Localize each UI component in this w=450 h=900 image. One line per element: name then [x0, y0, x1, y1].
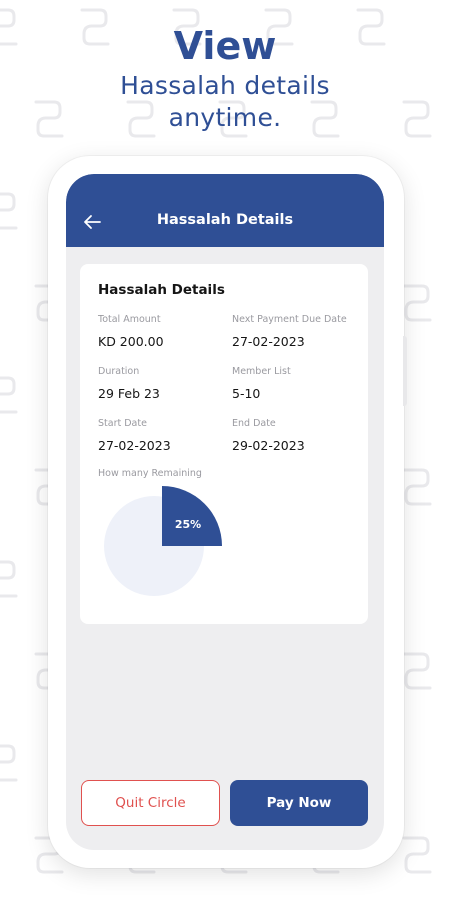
field-next-payment-due-date: Next Payment Due Date 27-02-2023 [232, 314, 347, 349]
field-value: 27-02-2023 [232, 334, 305, 349]
field-total-amount: Total Amount KD 200.00 [98, 314, 164, 349]
pie-slice-remaining [162, 486, 222, 546]
card-title: Hassalah Details [98, 282, 225, 298]
background-logo-mark [402, 284, 432, 322]
field-label: Total Amount [98, 314, 161, 325]
background-logo-mark [0, 192, 18, 230]
headline: View Hassalah details anytime. [0, 22, 450, 134]
field-value: 27-02-2023 [98, 438, 171, 453]
field-label: End Date [232, 418, 276, 429]
headline-subtitle-line2: anytime. [168, 103, 282, 132]
remaining-pie-chart: 25% [104, 486, 222, 596]
phone-frame: Hassalah Details Hassalah Details Total … [48, 156, 407, 868]
background-logo-mark [0, 560, 18, 598]
background-logo-mark [0, 744, 18, 782]
background-logo-mark [402, 652, 432, 690]
field-value: KD 200.00 [98, 334, 164, 349]
headline-title: View [173, 24, 277, 68]
background-logo-mark [402, 836, 432, 874]
remaining-label: How many Remaining [98, 468, 202, 479]
app-bar: Hassalah Details [66, 174, 384, 247]
background-logo-mark [0, 376, 18, 414]
field-label: Next Payment Due Date [232, 314, 347, 325]
background-logo-mark [402, 468, 432, 506]
field-label: Duration [98, 366, 140, 377]
headline-subtitle-line1: Hassalah details [120, 71, 330, 100]
pay-now-button[interactable]: Pay Now [230, 780, 368, 826]
phone-side-button [403, 336, 407, 406]
app-bar-title: Hassalah Details [156, 212, 294, 228]
field-start-date: Start Date 27-02-2023 [98, 418, 171, 453]
details-card: Hassalah Details Total Amount KD 200.00 … [80, 264, 368, 624]
field-label: Member List [232, 366, 291, 377]
quit-circle-button[interactable]: Quit Circle [81, 780, 220, 826]
app-screen: Hassalah Details Hassalah Details Total … [66, 174, 384, 850]
pie-percent-label: 25% [175, 518, 201, 531]
field-label: Start Date [98, 418, 147, 429]
field-member-list: Member List 5-10 [232, 366, 291, 401]
field-value: 29-02-2023 [232, 438, 305, 453]
field-value: 29 Feb 23 [98, 386, 160, 401]
field-duration: Duration 29 Feb 23 [98, 366, 160, 401]
field-value: 5-10 [232, 386, 261, 401]
field-end-date: End Date 29-02-2023 [232, 418, 305, 453]
